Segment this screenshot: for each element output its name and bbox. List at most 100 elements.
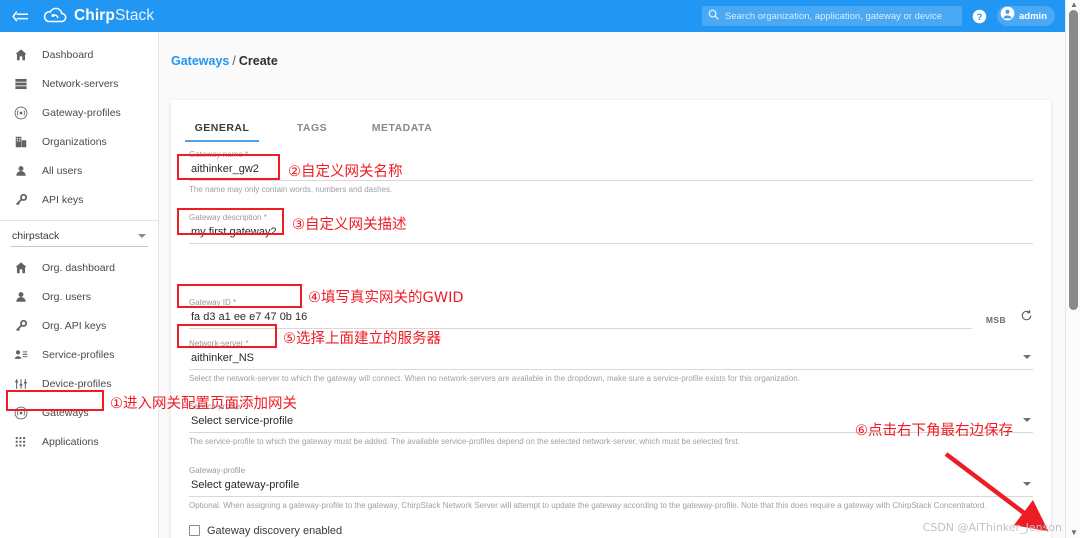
service-profile-label: Service-profile [189,402,241,412]
sidebar-item-organizations[interactable]: Organizations [0,127,158,156]
breadcrumb-current: Create [238,54,278,68]
sidebar-item-api-keys[interactable]: API keys [0,185,158,214]
sidebar-item-label: Dashboard [42,48,94,61]
breadcrumb: Gateways / Create [159,32,1065,68]
tab-general[interactable]: GENERAL [177,122,267,142]
tab-bar: GENERAL TAGS METADATA [171,100,1051,142]
chevron-down-icon [1023,355,1031,360]
server-stack-icon [14,77,42,91]
person-list-icon [14,348,42,362]
gateway-name-field[interactable]: Gateway name * aithinker_gw2 The name ma… [189,150,1033,195]
search-icon [708,7,719,25]
organization-selector-value: chirpstack [12,229,60,242]
sidebar-item-label: All users [42,164,83,177]
service-profile-select[interactable]: Select service-profile [189,413,1033,434]
svg-text:?: ? [977,11,983,21]
sidebar-item-org-dashboard[interactable]: Org. dashboard [0,253,158,282]
collapse-arrow-left-icon[interactable] [0,0,40,32]
chevron-down-icon [1023,481,1031,486]
chirpstack-gateway-create-screen: ChirpStack Search organization, applicat… [0,0,1080,538]
person-icon [14,290,42,304]
sidebar-item-gateway-profiles[interactable]: Gateway-profiles [0,98,158,127]
apps-grid-icon [14,435,42,449]
organization-selector[interactable]: chirpstack [10,225,148,247]
gateway-id-field[interactable]: Gateway ID * fa d3 a1 ee e7 47 0b 16 MSB [189,298,1033,330]
sidebar-item-network-servers[interactable]: Network-servers [0,69,158,98]
gateway-description-label: Gateway description * [189,213,267,223]
sidebar-item-label: Applications [42,435,99,448]
office-building-icon [14,135,42,149]
scrollbar-thumb[interactable] [1069,10,1078,310]
sidebar-item-dashboard[interactable]: Dashboard [0,40,158,69]
gateway-name-label: Gateway name * [189,150,249,159]
gateway-create-form: Gateway name * aithinker_gw2 The name ma… [171,142,1051,538]
chirpstack-cloud-logo-icon [42,6,68,26]
sidebar-item-service-profiles[interactable]: Service-profiles [0,340,158,369]
tab-metadata[interactable]: METADATA [357,122,447,142]
sidebar-item-org-users[interactable]: Org. users [0,282,158,311]
sidebar-divider [0,220,158,221]
service-profile-field[interactable]: Service-profile Select service-profile T… [189,402,1033,447]
tab-tags[interactable]: TAGS [267,122,357,142]
gateway-id-input[interactable]: fa d3 a1 ee e7 47 0b 16 [189,309,972,330]
gateway-profile-field[interactable]: Gateway-profile Select gateway-profile O… [189,466,1033,511]
sidebar-item-label: Gateways [42,406,89,419]
gateway-id-label: Gateway ID * [189,298,237,308]
sidebar-item-label: Device-profiles [42,377,112,390]
sidebar-item-device-profiles[interactable]: Device-profiles [0,369,158,398]
sidebar-item-all-users[interactable]: All users [0,156,158,185]
search-placeholder: Search organization, application, gatewa… [725,10,943,22]
antenna-signal-icon [14,106,42,120]
sidebar-item-label: Gateway-profiles [42,106,121,119]
chevron-down-icon [1023,418,1031,423]
app-bar: ChirpStack Search organization, applicat… [0,0,1065,32]
service-profile-help: The service-profile to which the gateway… [189,437,740,447]
person-icon [14,164,42,178]
gateway-profile-label: Gateway-profile [189,465,246,475]
brand-title-light: Stack [114,7,155,24]
scroll-down-arrow-icon[interactable]: ▼ [1070,528,1078,537]
brand-logo-group[interactable]: ChirpStack [42,6,154,26]
user-menu-button[interactable]: admin [997,6,1055,26]
page-scrollbar[interactable]: ▲ ▼ [1065,0,1080,538]
gateway-profile-placeholder: Select gateway-profile [191,478,300,491]
breadcrumb-gateways-link[interactable]: Gateways [171,54,229,68]
network-server-value: aithinker_NS [191,352,254,365]
sidebar-item-applications[interactable]: Applications [0,427,158,456]
sidebar-item-label: Org. dashboard [42,261,115,274]
network-server-help: Select the network-server to which the g… [189,374,800,384]
checkbox-square-icon [189,525,200,537]
gateway-description-input[interactable]: my first gateway2 [189,224,1033,245]
gateway-id-msb-label: MSB [985,315,1006,326]
scroll-up-arrow-icon[interactable]: ▲ [1070,0,1078,9]
gateway-description-field[interactable]: Gateway description * my first gateway2 [189,213,1033,245]
refresh-icon[interactable] [1020,309,1033,327]
network-server-select[interactable]: aithinker_NS [189,350,1033,371]
watermark-text: CSDN @AiThinker_Jenson [922,521,1062,534]
gateway-create-card: GENERAL TAGS METADATA Gateway name * ait… [171,100,1051,538]
brand-title-bold: Chirp [74,7,115,24]
help-circle-icon[interactable]: ? [972,9,987,24]
search-input[interactable]: Search organization, application, gatewa… [702,6,963,26]
sidebar-item-label: Org. users [42,290,92,303]
antenna-signal-icon [14,406,42,420]
gateway-name-input[interactable]: aithinker_gw2 [189,161,1033,181]
sidebar: Dashboard Network-servers Gateway-profil… [0,32,159,538]
gateway-profile-select[interactable]: Select gateway-profile [189,477,1033,497]
breadcrumb-separator: / [232,54,236,68]
sidebar-item-label: API keys [42,193,84,206]
sidebar-item-org-api-keys[interactable]: Org. API keys [0,311,158,340]
sidebar-item-label: Service-profiles [42,348,115,361]
brand-title: ChirpStack [74,7,154,25]
key-icon [14,319,42,333]
account-circle-icon [1000,6,1015,26]
network-server-label: Network-server * [189,339,249,349]
gateway-discovery-label: Gateway discovery enabled [207,524,343,537]
app-bar-right-group: Search organization, application, gatewa… [702,0,1065,32]
gateway-name-help: The name may only contain words, numbers… [189,185,393,194]
key-icon [14,193,42,207]
sidebar-item-gateways[interactable]: Gateways [0,398,158,427]
network-server-field[interactable]: Network-server * aithinker_NS Select the… [189,339,1033,384]
sidebar-item-label: Organizations [42,135,107,148]
gateway-discovery-checkbox[interactable]: Gateway discovery enabled [189,525,1033,537]
